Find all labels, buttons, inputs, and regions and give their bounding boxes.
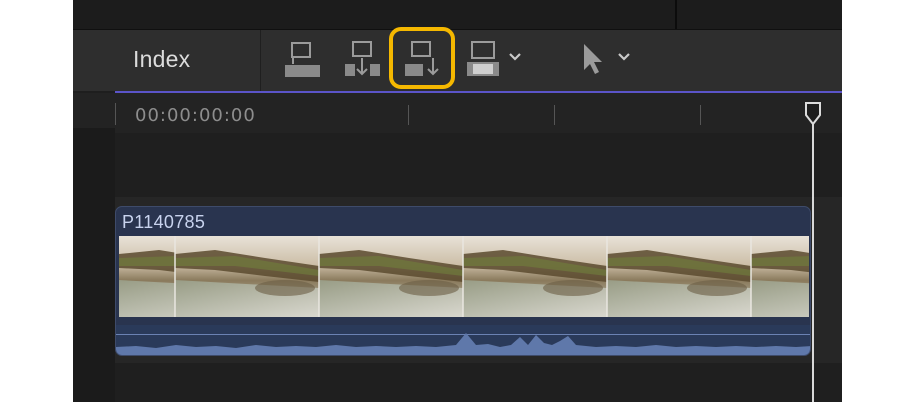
- ruler-tick: [700, 105, 701, 125]
- arrow-pointer-icon: [584, 44, 602, 74]
- timecode-label: 00:00:00:00: [135, 105, 256, 126]
- index-button[interactable]: Index: [133, 46, 190, 73]
- ruler-tick: [554, 105, 555, 125]
- chevron-down-icon: [618, 53, 630, 61]
- overwrite-clip-button[interactable]: [463, 38, 529, 84]
- ruler-tick: [408, 105, 409, 125]
- select-tool-button[interactable]: [578, 38, 630, 84]
- top-bar-divider: [675, 0, 677, 29]
- video-clip[interactable]: P1140785: [115, 206, 811, 356]
- ruler-tick: [115, 103, 116, 125]
- insert-clip-button[interactable]: [341, 38, 385, 84]
- toolbar-separator: [260, 30, 261, 91]
- chevron-down-icon: [509, 53, 521, 61]
- clip-name: P1140785: [122, 212, 206, 232]
- audio-waveform[interactable]: [116, 325, 810, 355]
- waveform-graphic: [116, 333, 810, 355]
- insert-icon: [345, 41, 380, 76]
- append-button-highlight: [389, 27, 455, 89]
- timeline-toolbar: Index: [73, 30, 842, 91]
- lower-track-area[interactable]: [115, 363, 842, 402]
- connect-clip-button[interactable]: [281, 38, 325, 84]
- clip-filmstrip: [119, 236, 809, 317]
- timeline-window: Index 00:00:00:00 P1140785: [73, 0, 842, 402]
- playhead-handle[interactable]: [804, 101, 822, 127]
- timeline-ruler[interactable]: 00:00:00:00: [73, 93, 842, 133]
- connect-icon: [285, 42, 320, 77]
- top-bar: [73, 0, 842, 30]
- connected-track-area[interactable]: [115, 133, 842, 197]
- playhead-line[interactable]: [812, 102, 814, 402]
- timeline-left-gutter: [73, 128, 115, 402]
